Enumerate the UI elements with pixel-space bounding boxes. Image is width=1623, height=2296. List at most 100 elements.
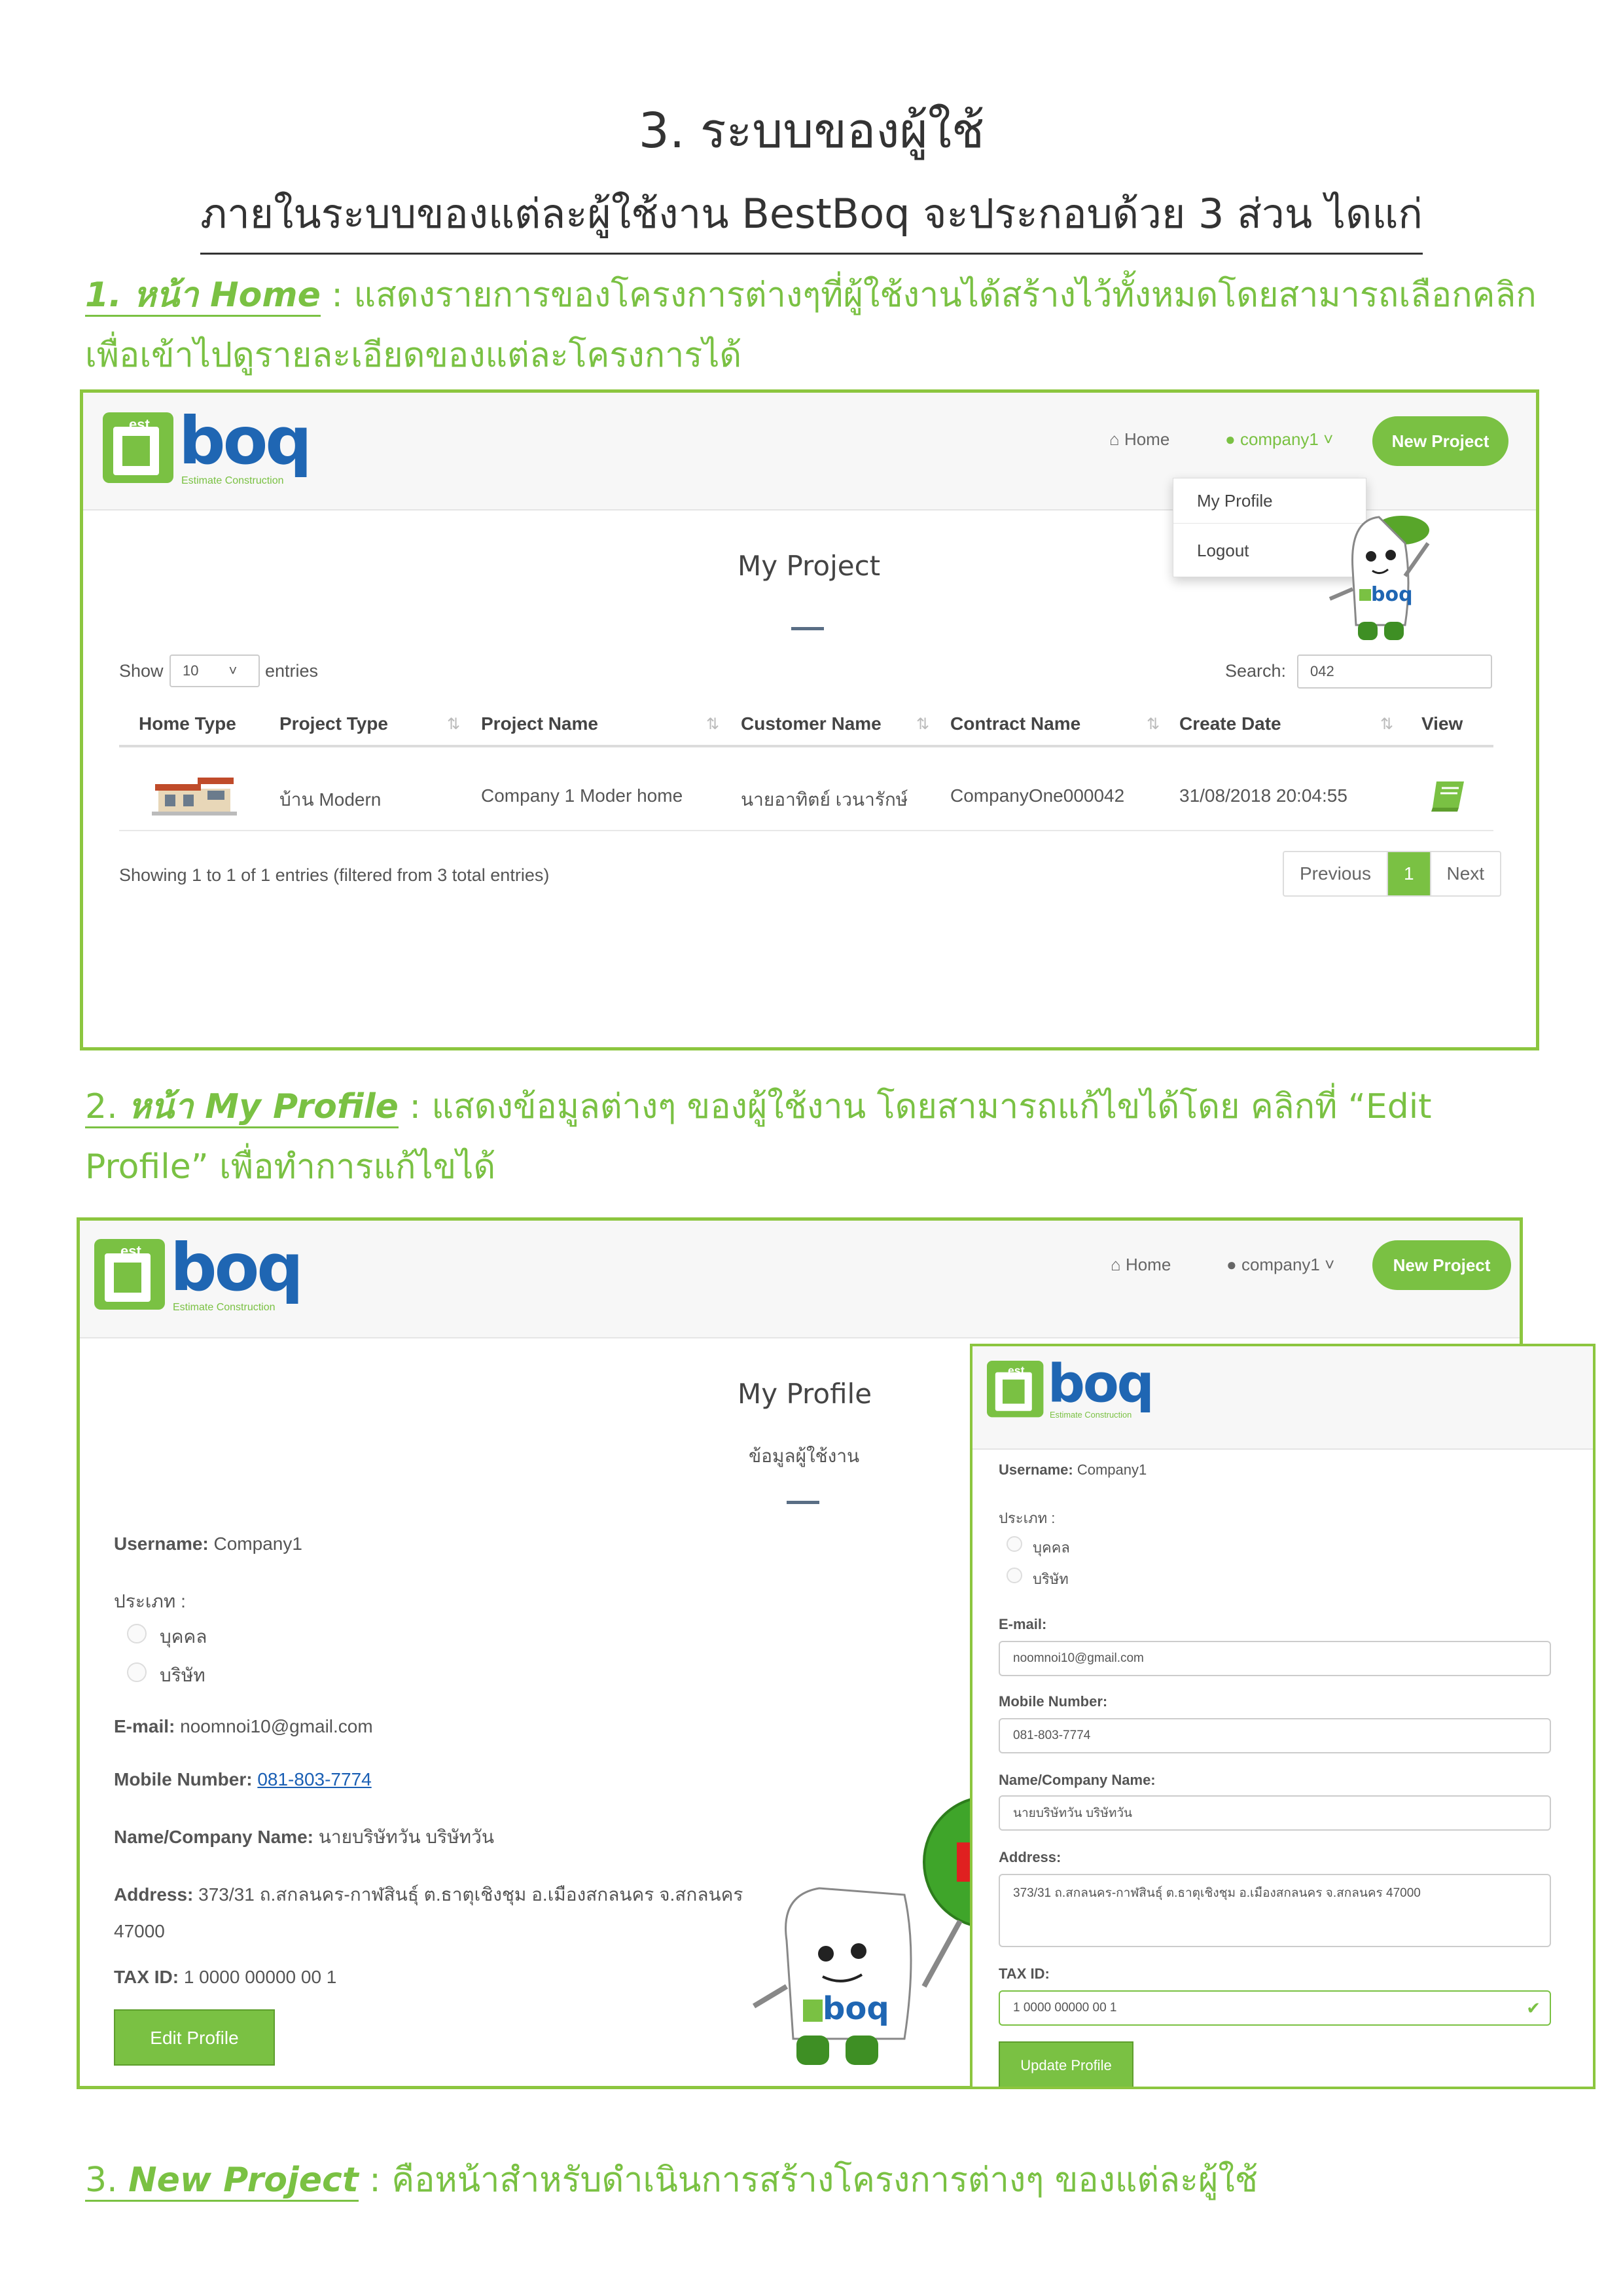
email-field[interactable]: noomnoi10@gmail.com (999, 1641, 1551, 1676)
section-new-project-text: 3. New Project : คือหน้าสำหรับดำเนินการส… (85, 2150, 1558, 2210)
brand-logo[interactable]: est boq Estimate Construction (103, 408, 312, 486)
radio-company-label: บริษัท (160, 1665, 205, 1685)
logo-wordmark: boq (179, 403, 312, 479)
radio-company-label: บริษัท (1033, 1571, 1069, 1587)
house-thumbnail (152, 778, 237, 816)
pager-previous[interactable]: Previous (1284, 852, 1388, 895)
chevron-down-icon: ˅ (1319, 1255, 1335, 1274)
svg-text:boq: boq (1371, 583, 1413, 606)
section-home-lead: 1. หน้า Home (85, 276, 321, 317)
search-input[interactable]: 042 (1297, 655, 1492, 689)
section-profile-text: 2. หน้า My Profile : แสดงข้อมูลต่างๆ ของ… (85, 1077, 1558, 1197)
mobile-field[interactable]: 081-803-7774 (999, 1718, 1551, 1753)
profile-tax: TAX ID: 1 0000 00000 00 1 (114, 1967, 337, 1987)
show-label: Show (119, 661, 164, 681)
section-new-project-desc: : คือหน้าสำหรับดำเนินการสร้างโครงการต่าง… (358, 2161, 1258, 2200)
col-create-date[interactable]: Create Date (1179, 713, 1281, 734)
mobile-link[interactable]: 081-803-7774 (257, 1769, 371, 1789)
logo-b-icon: est (103, 412, 173, 483)
radio-person[interactable] (127, 1624, 147, 1643)
heading-divider (791, 627, 824, 630)
update-profile-button[interactable]: Update Profile (999, 2041, 1133, 2087)
col-customer-name[interactable]: Customer Name (741, 713, 882, 734)
section-home-text: 1. หน้า Home : แสดงรายการของโครงการต่างๆ… (85, 265, 1558, 386)
svg-text:boq: boq (823, 1990, 889, 2027)
nav-home-link[interactable]: ⌂ Home (1111, 1255, 1171, 1275)
new-project-button[interactable]: New Project (1372, 416, 1508, 466)
email-label: E-mail: (999, 1616, 1047, 1632)
edit-navbar: est boq Estimate Construction (972, 1346, 1593, 1450)
entries-label: entries (265, 661, 319, 681)
name-label: Name/Company Name: (999, 1772, 1156, 1788)
profile-name: Name/Company Name: นายบริษัทวัน บริษัทวั… (114, 1827, 494, 1847)
pagination: Previous 1 Next (1283, 851, 1502, 897)
home-screenshot: est boq Estimate Construction ⌂ Home ● c… (80, 389, 1539, 1050)
pager-page-1[interactable]: 1 (1387, 852, 1431, 895)
col-home-type[interactable]: Home Type (139, 713, 236, 734)
sort-icon[interactable]: ⇅ (706, 715, 719, 733)
row-project-name: Company 1 Moder home (481, 785, 683, 806)
address-textarea[interactable]: 373/31 ถ.สกลนคร-กาฬสินธุ์ ต.ธาตุเชิงชุม … (999, 1874, 1551, 1947)
logo-tagline: Estimate Construction (1050, 1410, 1132, 1420)
section-new-project-num: 3. (85, 2161, 129, 2202)
profile-email: E-mail: noomnoi10@gmail.com (114, 1716, 373, 1736)
section-profile-lead: หน้า My Profile (128, 1087, 399, 1128)
table-header-divider (119, 745, 1493, 747)
profile-mobile: Mobile Number: 081-803-7774 (114, 1769, 372, 1789)
col-view: View (1421, 713, 1463, 734)
tax-field[interactable]: 1 0000 00000 00 1 ✔ (999, 1990, 1551, 2026)
logo-wordmark: boq (1047, 1353, 1154, 1414)
edit-type-label: ประเภท : (999, 1510, 1056, 1526)
col-project-type[interactable]: Project Type (279, 713, 388, 734)
profile-subheading: ข้อมูลผู้ใช้งาน (749, 1446, 860, 1466)
chevron-down-icon: ˅ (1318, 429, 1334, 449)
mobile-label: Mobile Number: (999, 1693, 1108, 1710)
address-label: Address: (999, 1849, 1061, 1865)
my-project-heading: My Project (738, 550, 881, 582)
radio-person[interactable] (1007, 1536, 1022, 1552)
nav-user-menu[interactable]: ● company1 ˅ (1225, 429, 1333, 450)
radio-company[interactable] (127, 1662, 147, 1682)
radio-person-label: บุคคล (160, 1626, 207, 1647)
brand-logo[interactable]: est boq Estimate Construction (987, 1357, 1154, 1420)
profile-type-label: ประเภท : (114, 1591, 186, 1611)
logo-b-icon: est (94, 1239, 165, 1310)
edit-profile-button[interactable]: Edit Profile (114, 2009, 275, 2066)
row-contract-name: CompanyOne000042 (950, 785, 1125, 806)
logo-tagline: Estimate Construction (181, 475, 284, 486)
sort-icon[interactable]: ⇅ (916, 715, 929, 733)
nav-home-link[interactable]: ⌂ Home (1109, 429, 1169, 450)
sort-icon[interactable]: ⇅ (447, 715, 460, 733)
profile-navbar: est boq Estimate Construction ⌂ Home ● c… (80, 1221, 1520, 1338)
section-profile-num: 2. (85, 1087, 129, 1128)
radio-company[interactable] (1007, 1568, 1022, 1583)
edit-profile-screenshot: est boq Estimate Construction Username: … (970, 1344, 1596, 2089)
table-info: Showing 1 to 1 of 1 entries (filtered fr… (119, 865, 550, 885)
check-icon: ✔ (1526, 1998, 1541, 2018)
pager-next[interactable]: Next (1431, 852, 1501, 895)
col-contract-name[interactable]: Contract Name (950, 713, 1080, 734)
name-field[interactable]: นายบริษัทวัน บริษัทวัน (999, 1795, 1551, 1831)
col-project-name[interactable]: Project Name (481, 713, 598, 734)
entries-select[interactable]: 10 ˅ (169, 655, 260, 687)
section-new-project-lead: New Project (128, 2161, 359, 2202)
sort-icon[interactable]: ⇅ (1380, 715, 1393, 733)
document-title: 3. ระบบของผู้ใช้ (638, 103, 985, 159)
heading-divider (787, 1501, 819, 1504)
row-divider (119, 830, 1493, 831)
my-profile-heading: My Profile (738, 1378, 872, 1410)
nav-user-menu[interactable]: ● company1 ˅ (1226, 1255, 1334, 1275)
logo-wordmark: boq (170, 1229, 304, 1306)
mascot-illustration: boq (1329, 516, 1430, 640)
new-project-button[interactable]: New Project (1372, 1240, 1511, 1290)
radio-person-label: บุคคล (1033, 1539, 1070, 1556)
logo-tagline: Estimate Construction (173, 1302, 276, 1313)
brand-logo[interactable]: est boq Estimate Construction (94, 1235, 304, 1313)
user-icon: ● (1226, 1255, 1241, 1274)
home-icon: ⌂ (1111, 1255, 1126, 1274)
chevron-down-icon: ˅ (228, 662, 238, 679)
edit-username: Username: Company1 (999, 1462, 1147, 1478)
view-book-icon[interactable] (1430, 779, 1467, 813)
row-project-type: บ้าน Modern (279, 789, 382, 810)
sort-icon[interactable]: ⇅ (1147, 715, 1160, 733)
